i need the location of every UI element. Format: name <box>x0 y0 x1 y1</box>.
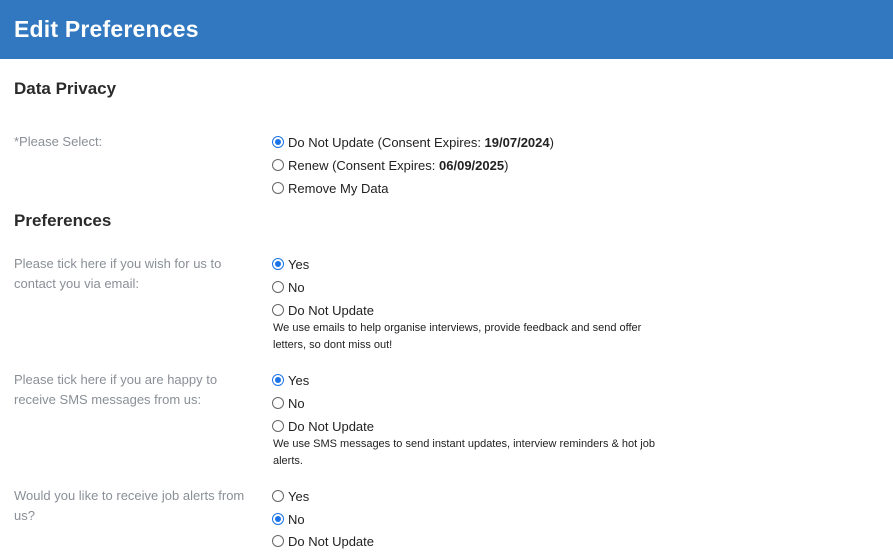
sms-option-no[interactable]: No <box>272 394 305 412</box>
option-label: Yes <box>288 488 310 504</box>
job-alerts-option-do-not-update[interactable]: Do Not Update <box>272 532 374 550</box>
radio-icon[interactable] <box>272 397 284 409</box>
option-label: Yes <box>288 372 310 388</box>
option-label: No <box>288 279 305 295</box>
consent-select-label: *Please Select: <box>14 134 103 149</box>
radio-icon[interactable] <box>272 281 284 293</box>
option-label: Do Not Update (Consent Expires: 19/07/20… <box>288 134 554 150</box>
option-label: Remove My Data <box>288 180 389 196</box>
email-pref-label: Please tick here if you wish for us to c… <box>14 256 222 291</box>
email-pref-note: We use emails to help organise interview… <box>273 322 642 351</box>
page-header: Edit Preferences <box>0 0 893 59</box>
option-label: No <box>288 395 305 411</box>
radio-icon[interactable] <box>272 535 284 547</box>
consent-option-remove-data[interactable]: Remove My Data <box>272 179 388 197</box>
email-option-do-not-update[interactable]: Do Not Update <box>272 301 374 319</box>
option-label: Do Not Update <box>288 533 374 549</box>
sms-pref-note: We use SMS messages to send instant upda… <box>273 438 655 467</box>
option-label: Do Not Update <box>288 302 374 318</box>
option-label: Renew (Consent Expires: 06/09/2025) <box>288 157 509 173</box>
sms-option-yes[interactable]: Yes <box>272 371 309 389</box>
sms-option-do-not-update[interactable]: Do Not Update <box>272 417 374 435</box>
consent-option-do-not-update[interactable]: Do Not Update (Consent Expires: 19/07/20… <box>272 133 554 151</box>
radio-icon[interactable] <box>272 304 284 316</box>
radio-icon[interactable] <box>272 159 284 171</box>
radio-icon[interactable] <box>272 490 284 502</box>
radio-icon[interactable] <box>272 513 284 525</box>
renew-expiry-date: 06/09/2025 <box>439 157 505 173</box>
email-option-no[interactable]: No <box>272 278 305 296</box>
radio-icon[interactable] <box>272 420 284 432</box>
radio-icon[interactable] <box>272 136 284 148</box>
option-label: Do Not Update <box>288 418 374 434</box>
data-privacy-title: Data Privacy <box>14 79 117 98</box>
page-title: Edit Preferences <box>14 16 199 42</box>
option-label: No <box>288 511 305 527</box>
preferences-title: Preferences <box>14 211 112 230</box>
job-alerts-option-yes[interactable]: Yes <box>272 487 309 505</box>
option-label: Yes <box>288 256 310 272</box>
consent-expiry-date: 19/07/2024 <box>484 134 550 150</box>
job-alerts-label: Would you like to receive job alerts fro… <box>14 488 245 523</box>
sms-pref-label: Please tick here if you are happy to rec… <box>14 372 218 407</box>
email-option-yes[interactable]: Yes <box>272 255 309 273</box>
radio-icon[interactable] <box>272 182 284 194</box>
radio-icon[interactable] <box>272 258 284 270</box>
consent-option-renew[interactable]: Renew (Consent Expires: 06/09/2025) <box>272 156 508 174</box>
job-alerts-option-no[interactable]: No <box>272 510 305 528</box>
radio-icon[interactable] <box>272 374 284 386</box>
